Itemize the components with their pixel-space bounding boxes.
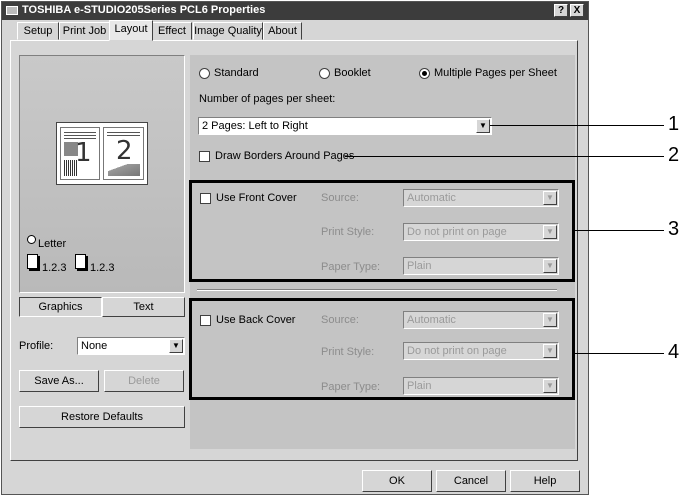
collate-icon-2 (75, 254, 86, 269)
back-source-label: Source: (321, 314, 359, 326)
cover-separator (197, 289, 557, 291)
callout-number-1: 1 (668, 113, 680, 135)
restore-defaults-button[interactable]: Restore Defaults (19, 406, 185, 428)
front-source-label: Source: (321, 192, 359, 204)
standard-radio[interactable] (199, 68, 210, 79)
multiple-pages-radio[interactable] (419, 68, 430, 79)
printer-icon (6, 6, 18, 15)
draw-borders-checkbox[interactable] (199, 151, 210, 162)
collate-icon-1 (27, 254, 38, 269)
back-source-dropdown[interactable]: Automatic ▼ (403, 311, 559, 329)
front-print-style-label: Print Style: (321, 226, 375, 238)
chevron-down-icon[interactable]: ▼ (543, 379, 557, 393)
tab-setup[interactable]: Setup (17, 22, 59, 40)
back-paper-type-value: Plain (407, 380, 432, 392)
chevron-down-icon[interactable]: ▼ (543, 259, 557, 273)
tab-image-quality[interactable]: Image Quality (193, 22, 263, 40)
save-as-button[interactable]: Save As... (19, 370, 99, 392)
front-paper-type-value: Plain (407, 260, 432, 272)
front-cover-checkbox[interactable] (200, 193, 211, 204)
chevron-down-icon[interactable]: ▼ (169, 339, 183, 353)
chevron-down-icon[interactable]: ▼ (476, 119, 490, 133)
front-source-dropdown[interactable]: Automatic ▼ (403, 189, 559, 207)
callout-line-4 (575, 353, 664, 354)
front-print-style-value: Do not print on page (407, 226, 507, 238)
tab-layout[interactable]: Layout (109, 20, 153, 41)
pages-per-sheet-label: Number of pages per sheet: (199, 93, 336, 105)
page-2-number: 2 (116, 136, 133, 166)
profile-label: Profile: (19, 340, 54, 352)
tab-print-job[interactable]: Print Job (59, 22, 110, 40)
back-print-style-label: Print Style: (321, 346, 375, 358)
graphics-tab-button[interactable]: Graphics (19, 297, 102, 317)
back-paper-type-dropdown[interactable]: Plain ▼ (403, 377, 559, 395)
callout-line-2 (345, 156, 664, 157)
back-paper-type-label: Paper Type: (321, 381, 381, 393)
booklet-radio[interactable] (319, 68, 330, 79)
help-title-button[interactable]: ? (554, 4, 568, 17)
back-cover-checkbox[interactable] (200, 315, 211, 326)
zoom-icon (27, 235, 36, 244)
front-print-style-dropdown[interactable]: Do not print on page ▼ (403, 223, 559, 241)
ok-button[interactable]: OK (362, 470, 432, 492)
front-cover-label: Use Front Cover (216, 192, 297, 204)
booklet-label: Booklet (334, 67, 371, 79)
profile-value: None (81, 340, 108, 352)
standard-label: Standard (214, 67, 259, 79)
back-source-value: Automatic (407, 314, 456, 326)
title-bar[interactable]: TOSHIBA e-STUDIO205Series PCL6 Propertie… (2, 2, 588, 20)
callout-line-3 (575, 230, 664, 231)
paper-size-label: Letter (38, 238, 67, 250)
callout-line-1 (490, 125, 664, 126)
back-print-style-dropdown[interactable]: Do not print on page ▼ (403, 342, 559, 360)
callout-number-2: 2 (668, 144, 680, 166)
front-paper-type-dropdown[interactable]: Plain ▼ (403, 257, 559, 275)
back-print-style-value: Do not print on page (407, 345, 507, 357)
window-title: TOSHIBA e-STUDIO205Series PCL6 Propertie… (22, 4, 266, 16)
callout-number-3: 3 (668, 218, 680, 240)
preview-page-1: 1 (60, 127, 100, 180)
preview-page-2: 2 (103, 127, 144, 180)
chevron-down-icon[interactable]: ▼ (543, 344, 557, 358)
cancel-button[interactable]: Cancel (436, 470, 506, 492)
back-cover-label: Use Back Cover (216, 314, 296, 326)
callout-number-4: 4 (668, 341, 680, 363)
profile-dropdown[interactable]: None ▼ (77, 337, 185, 355)
chevron-down-icon[interactable]: ▼ (543, 313, 557, 327)
pages-per-sheet-dropdown[interactable]: 2 Pages: Left to Right ▼ (198, 117, 492, 135)
collate-label-2: 1.2.3 (90, 262, 115, 274)
front-source-value: Automatic (407, 192, 456, 204)
tab-about[interactable]: About (263, 22, 302, 40)
chevron-down-icon[interactable]: ▼ (543, 225, 557, 239)
delete-button[interactable]: Delete (104, 370, 184, 392)
tab-effect[interactable]: Effect (152, 22, 192, 40)
help-button[interactable]: Help (510, 470, 580, 492)
close-button[interactable]: X (570, 4, 584, 17)
multiple-pages-label: Multiple Pages per Sheet (434, 67, 557, 79)
page-1-number: 1 (75, 138, 92, 168)
collate-label-1: 1.2.3 (42, 262, 67, 274)
pages-per-sheet-value: 2 Pages: Left to Right (202, 120, 308, 132)
chevron-down-icon[interactable]: ▼ (543, 191, 557, 205)
front-paper-type-label: Paper Type: (321, 261, 381, 273)
text-tab-button[interactable]: Text (102, 297, 185, 317)
draw-borders-label: Draw Borders Around Pages (215, 150, 355, 162)
